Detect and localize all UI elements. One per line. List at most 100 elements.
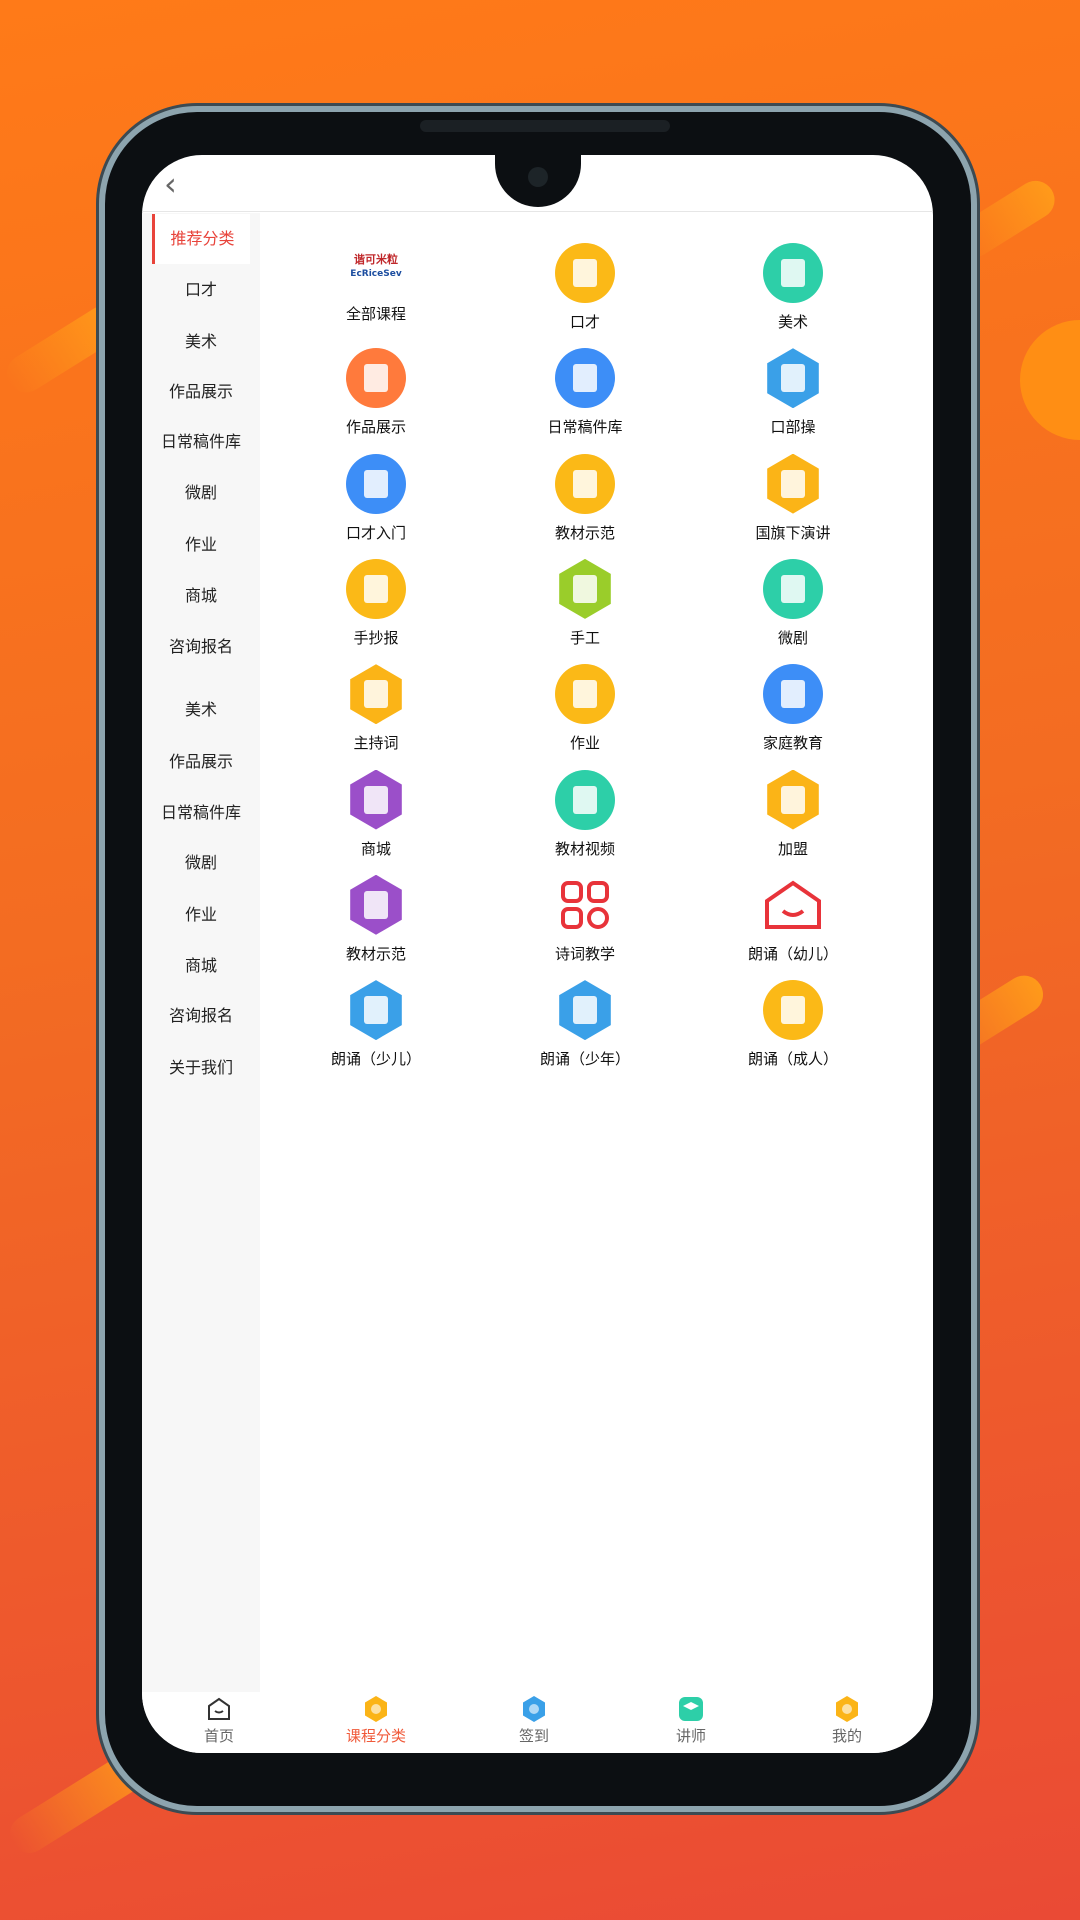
category-label: 教材示范 xyxy=(554,523,615,542)
earpiece xyxy=(420,120,670,132)
category-label: 口部操 xyxy=(770,418,816,437)
brand-logo: 谐可米粒 EcRiceSev xyxy=(350,253,402,279)
category-item[interactable]: 教材示范 xyxy=(500,453,670,543)
category-label: 商城 xyxy=(360,839,391,858)
document-icon xyxy=(708,980,878,1041)
crown-icon xyxy=(708,453,878,514)
category-label: 教材视频 xyxy=(554,839,615,858)
crown-icon xyxy=(291,348,461,409)
sidebar-item[interactable]: 商城 xyxy=(142,571,260,621)
category-item[interactable]: 手抄报 xyxy=(291,558,461,648)
sidebar-item[interactable]: 微剧 xyxy=(142,838,260,888)
category-item[interactable]: 朗诵（少儿） xyxy=(291,980,461,1069)
category-label: 手抄报 xyxy=(353,628,399,647)
category-item[interactable]: 作品展示 xyxy=(291,348,461,437)
book-icon xyxy=(291,558,461,619)
diamond-icon xyxy=(291,874,461,935)
category-label: 微剧 xyxy=(777,628,808,647)
sidebar-item[interactable]: 日常稿件库 xyxy=(142,788,260,838)
badge-icon xyxy=(522,1696,546,1722)
sidebar-item[interactable]: 作品展示 xyxy=(142,367,260,417)
tab-label: 讲师 xyxy=(675,1727,706,1745)
category-item[interactable]: 主持词 xyxy=(291,664,461,753)
sidebar-item[interactable]: 微剧 xyxy=(142,468,260,518)
sidebar-item[interactable]: 咨询报名 xyxy=(142,622,260,672)
category-label: 全部课程 xyxy=(345,305,406,323)
graduation-cap-icon xyxy=(679,1696,703,1722)
home-icon xyxy=(207,1696,231,1722)
category-item[interactable]: 教材视频 xyxy=(500,769,670,859)
category-label: 加盟 xyxy=(777,839,808,858)
category-label: 诗词教学 xyxy=(554,944,615,963)
tab-4[interactable]: 我的 xyxy=(797,1696,897,1746)
category-label: 手工 xyxy=(569,628,600,647)
category-item[interactable]: 谐可米粒 EcRiceSev 全部课程 xyxy=(291,243,461,324)
category-item[interactable]: 口才 xyxy=(500,243,670,332)
sidebar-item[interactable]: 咨询报名 xyxy=(142,991,260,1041)
category-item[interactable]: 教材示范 xyxy=(291,874,461,964)
sidebar-item[interactable]: 关于我们 xyxy=(142,1043,260,1093)
bottom-tab-bar: 首页 课程分类 签到 讲师 我的 xyxy=(142,1692,933,1753)
category-item[interactable]: 加盟 xyxy=(708,769,878,859)
sidebar-item[interactable]: 口才 xyxy=(142,265,260,315)
sidebar-item[interactable]: 作业 xyxy=(142,520,260,570)
graduation-cap-icon xyxy=(708,243,878,303)
graduation-cap-icon xyxy=(708,558,878,619)
category-item[interactable]: 诗词教学 xyxy=(500,875,670,964)
sidebar-item[interactable]: 作业 xyxy=(142,890,260,940)
category-label: 家庭教育 xyxy=(762,734,823,753)
category-item[interactable]: 微剧 xyxy=(708,558,878,648)
category-label: 教材示范 xyxy=(345,944,406,963)
sidebar-item[interactable]: 商城 xyxy=(142,941,260,991)
decorative-blob xyxy=(1020,320,1080,440)
apps-grid-icon xyxy=(500,875,670,935)
category-item[interactable]: 手工 xyxy=(500,558,670,648)
tab-2[interactable]: 签到 xyxy=(484,1696,584,1746)
bookmark-star-icon xyxy=(708,664,878,725)
category-item[interactable]: 日常稿件库 xyxy=(500,348,670,437)
category-label: 朗诵（少儿） xyxy=(330,1050,421,1069)
category-item[interactable]: 口部操 xyxy=(708,348,878,437)
tab-3[interactable]: 讲师 xyxy=(641,1696,741,1746)
bookmark-star-icon xyxy=(500,348,670,409)
category-item[interactable]: 商城 xyxy=(291,769,461,859)
document-icon xyxy=(500,664,670,725)
category-item[interactable]: 家庭教育 xyxy=(708,664,878,753)
sidebar-item[interactable]: 推荐分类 xyxy=(152,214,250,264)
phone-screen: ‹ 分类 推荐分类口才美术作品展示日常稿件库微剧作业商城咨询报名美术作品展示日常… xyxy=(142,155,933,1753)
sidebar-item[interactable]: 美术 xyxy=(142,317,260,367)
category-item[interactable]: 美术 xyxy=(708,243,878,332)
crown-hex-icon xyxy=(835,1696,859,1722)
crown-icon xyxy=(291,664,461,725)
book-icon xyxy=(500,453,670,514)
tab-0[interactable]: 首页 xyxy=(169,1696,269,1746)
category-item[interactable]: 口才入门 xyxy=(291,453,461,543)
category-item[interactable]: 朗诵（少年） xyxy=(500,980,670,1069)
category-label: 作品展示 xyxy=(345,418,406,437)
tab-label: 我的 xyxy=(831,1727,862,1745)
category-item[interactable]: 朗诵（成人） xyxy=(708,980,878,1069)
document-icon xyxy=(500,243,670,303)
category-label: 口才入门 xyxy=(345,523,406,542)
sidebar-item[interactable]: 作品展示 xyxy=(142,737,260,787)
category-label: 国旗下演讲 xyxy=(755,523,831,542)
category-label: 作业 xyxy=(569,734,600,753)
category-label: 美术 xyxy=(777,313,808,331)
crown-icon xyxy=(708,769,878,830)
graduation-cap-icon xyxy=(500,769,670,830)
bookmark-star-icon xyxy=(291,453,461,514)
category-label: 朗诵（成人） xyxy=(747,1050,838,1069)
category-label: 主持词 xyxy=(353,734,399,753)
badge-icon xyxy=(500,980,670,1041)
star-icon xyxy=(500,558,670,619)
sidebar-item[interactable]: 日常稿件库 xyxy=(142,417,260,467)
category-item[interactable]: 国旗下演讲 xyxy=(708,453,878,543)
category-item[interactable]: 朗诵（幼儿） xyxy=(708,875,878,964)
crown-hex-icon xyxy=(364,1696,388,1722)
category-item[interactable]: 作业 xyxy=(500,664,670,753)
tab-1[interactable]: 课程分类 xyxy=(326,1696,426,1746)
tab-label: 课程分类 xyxy=(345,1727,406,1745)
badge-icon xyxy=(708,348,878,409)
tab-label: 首页 xyxy=(203,1727,234,1745)
sidebar-item[interactable]: 美术 xyxy=(142,685,260,735)
